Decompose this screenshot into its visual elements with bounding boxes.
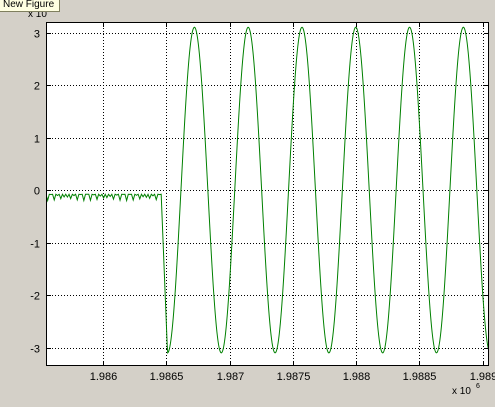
y-tick-label: -1 [30,239,40,251]
chart-figure: 1.986 1.9865 1.987 1.9875 1.988 1.9885 1.989 -3… [28,6,495,397]
axes-background [46,22,489,366]
x-tick-label: 1.987 [217,371,245,383]
y-tick-label: 2 [34,81,40,93]
x-tick-label: 1.988 [343,371,371,383]
x-tick-label: 1.9875 [277,371,311,383]
y-tick-label: 0 [34,186,40,198]
x-tick-label: 1.989 [470,371,495,383]
y-tick-label: -2 [30,291,40,303]
y-tick-label: 1 [34,134,40,146]
new-figure-tooltip: New Figure [0,0,61,12]
y-tick-label: 3 [34,29,40,41]
x-exponent-superscript: 6 [476,383,480,390]
x-tick-label: 1.986 [90,371,118,383]
x-tick-label: 1.9885 [403,371,437,383]
x-tick-label: 1.9865 [150,371,184,383]
x-exponent-label: x 10 [452,386,471,397]
y-tick-label: -3 [30,344,40,356]
